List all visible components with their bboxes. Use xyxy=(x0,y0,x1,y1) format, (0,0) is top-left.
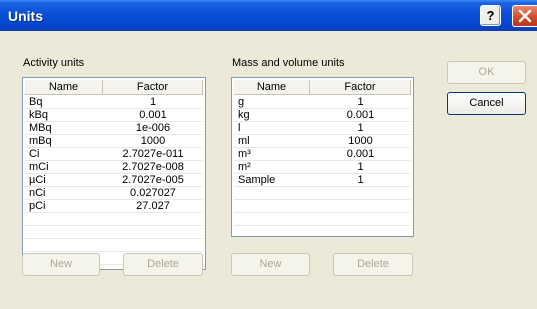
row-divider xyxy=(25,160,203,161)
mass-delete-button[interactable]: Delete xyxy=(333,253,413,276)
row-divider xyxy=(234,212,411,213)
title-bar: Units ? xyxy=(0,0,537,31)
activity-delete-button[interactable]: Delete xyxy=(123,253,203,276)
mass-name-column-header[interactable]: Name xyxy=(234,80,310,95)
row-divider xyxy=(234,121,411,122)
row-divider xyxy=(234,134,411,135)
window-title: Units xyxy=(8,8,43,24)
mass-volume-units-list[interactable]: Name Factor g 1 kg 0.001 l 1 ml 1000 m³ 0.001 m² 1 S… xyxy=(231,77,414,237)
row-divider xyxy=(234,173,411,174)
row-divider xyxy=(25,238,203,239)
row-divider xyxy=(25,134,203,135)
row-divider xyxy=(25,173,203,174)
help-icon: ? xyxy=(486,8,495,23)
row-divider xyxy=(25,108,203,109)
row-divider xyxy=(234,108,411,109)
activity-factor-column-header[interactable]: Factor xyxy=(103,80,203,95)
mass-factor-column-header[interactable]: Factor xyxy=(310,80,411,95)
row-divider xyxy=(234,147,411,148)
row-divider xyxy=(25,225,203,226)
mass-volume-units-label: Mass and volume units xyxy=(232,57,345,69)
row-divider xyxy=(234,186,411,187)
activity-units-list[interactable]: Name Factor Bq 1 kBq 0.001 MBq 1e-006 mBq 1000 C… xyxy=(22,77,206,270)
row-divider xyxy=(25,251,203,252)
close-icon xyxy=(518,9,532,23)
row-divider xyxy=(25,121,203,122)
row-divider xyxy=(25,212,203,213)
mass-new-button[interactable]: New xyxy=(231,253,310,276)
mass-list-header: Name Factor xyxy=(234,80,411,95)
row-divider xyxy=(25,147,203,148)
ok-button[interactable]: OK xyxy=(447,61,526,84)
activity-units-label: Activity units xyxy=(23,57,85,69)
row-divider xyxy=(234,225,411,226)
activity-name-column-header[interactable]: Name xyxy=(25,80,103,95)
close-button[interactable] xyxy=(512,5,537,27)
activity-new-button[interactable]: New xyxy=(22,253,100,276)
row-divider xyxy=(25,199,203,200)
row-divider xyxy=(25,186,203,187)
help-button[interactable]: ? xyxy=(480,5,501,26)
activity-list-header: Name Factor xyxy=(25,80,203,95)
row-divider xyxy=(234,199,411,200)
dialog-body: Activity units Name Factor Bq 1 kBq 0.001 MB… xyxy=(0,31,537,309)
cancel-button[interactable]: Cancel xyxy=(447,92,526,115)
row-divider xyxy=(234,160,411,161)
